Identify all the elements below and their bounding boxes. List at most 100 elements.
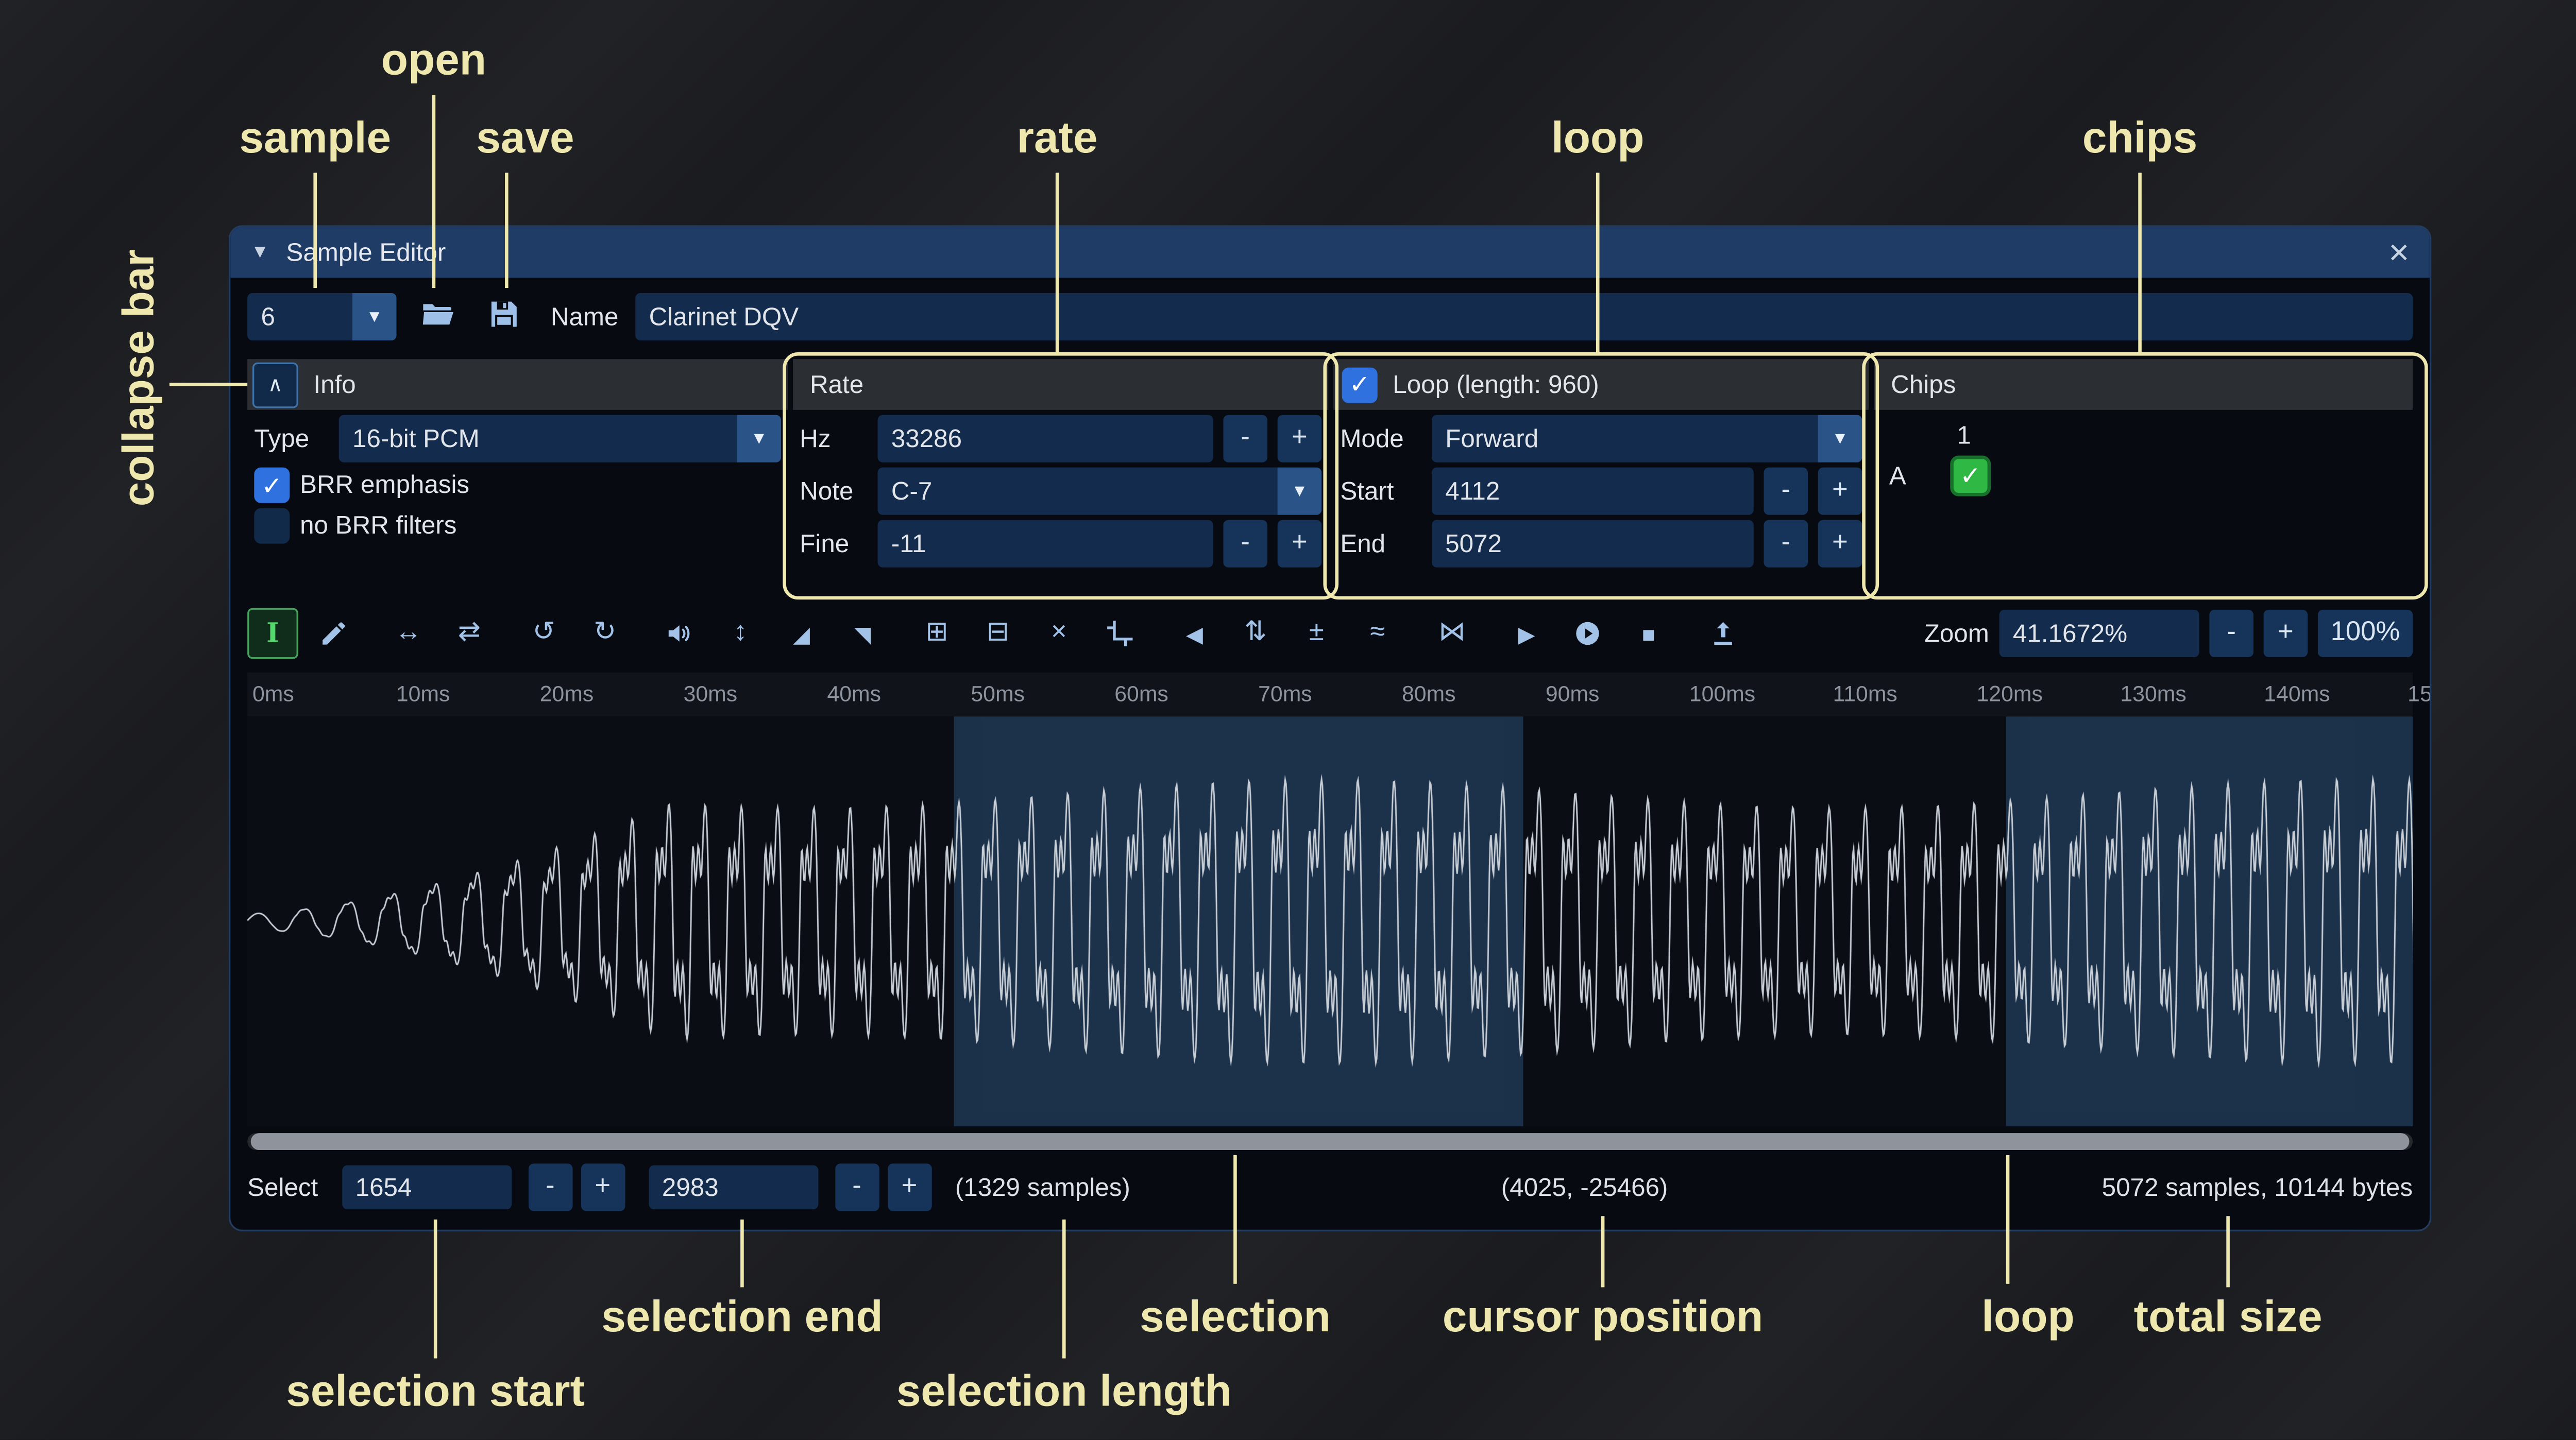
info-panel: ∧ Info Type 16-bit PCM ▼ BRR emphasis	[247, 359, 788, 591]
sign-invert-button[interactable]: ±	[1291, 608, 1342, 659]
insert-silence-button[interactable]: ⊞	[911, 608, 962, 659]
fine-input[interactable]: -11	[878, 520, 1213, 568]
window-title: Sample Editor	[286, 238, 446, 267]
ruler-label: 80ms	[1402, 681, 1456, 706]
chips-panel: Chips 1 A	[1874, 359, 2413, 591]
trim-button[interactable]	[1094, 608, 1145, 659]
zoom-input[interactable]: 41.1672%	[1999, 610, 2199, 657]
waveform-display[interactable]	[247, 716, 2413, 1126]
selection-end-decrement-button[interactable]: -	[835, 1163, 879, 1211]
invert-button[interactable]: ⇅	[1230, 608, 1281, 659]
annotation-line	[2006, 1155, 2010, 1284]
no-brr-filters-label: no BRR filters	[300, 511, 456, 540]
note-select[interactable]: C-7 ▼	[878, 468, 1322, 515]
selection-start-decrement-button[interactable]: -	[528, 1163, 572, 1211]
annotation-selection-end: selection end	[601, 1291, 883, 1343]
filter-icon: ≈	[1370, 620, 1385, 647]
resample-icon: ⇄	[458, 620, 481, 647]
normalize-button[interactable]: ↕	[715, 608, 766, 659]
toolbar-group: ◀⇅ ± ≈	[1169, 608, 1403, 659]
loop-end-decrement-button[interactable]: -	[1764, 520, 1808, 568]
draw-tool[interactable]	[309, 608, 360, 659]
fine-increment-button[interactable]: +	[1278, 520, 1322, 568]
info-header: Info	[313, 370, 355, 399]
annotation-open: open	[381, 34, 486, 87]
fade-in-button[interactable]: ◢	[776, 608, 827, 659]
screenshot-stage: sample open save rate loop chips collaps…	[0, 0, 2576, 1440]
open-button[interactable]	[412, 292, 463, 342]
toolbar: I ↔ ⇄ ↺↻ ↕◢◥ ⊞⊟× ◀⇅ ± ≈ ⋈ ▶ ■ Zoom 41.1672% - + 100…	[247, 608, 2413, 659]
zoom-cluster: Zoom 41.1672% - + 100%	[1924, 610, 2413, 657]
undo-button[interactable]: ↺	[518, 608, 569, 659]
filter-button[interactable]: ≈	[1352, 608, 1403, 659]
total-size-text: 5072 samples, 10144 bytes	[2102, 1173, 2413, 1202]
annotation-line	[1596, 173, 1600, 352]
hz-input[interactable]: 33286	[878, 415, 1213, 462]
ruler-label: 20ms	[540, 681, 594, 706]
collapse-triangle-icon[interactable]: ▼	[251, 242, 269, 262]
annotation-line	[1601, 1216, 1605, 1287]
resize-button[interactable]: ↔	[383, 608, 434, 659]
loop-end-increment-button[interactable]: +	[1818, 520, 1862, 568]
select-tool[interactable]: I	[247, 608, 298, 659]
loop-start-increment-button[interactable]: +	[1818, 468, 1862, 515]
loop-end-label: End	[1340, 529, 1421, 558]
sample-slot-select[interactable]: 6 ▼	[247, 293, 396, 340]
panels-row: ∧ Info Type 16-bit PCM ▼ BRR emphasis	[247, 359, 2413, 591]
loop-start-decrement-button[interactable]: -	[1764, 468, 1808, 515]
selection-end-increment-button[interactable]: +	[887, 1163, 931, 1211]
info-collapse-button[interactable]: ∧	[252, 362, 298, 407]
horizontal-scrollbar[interactable]	[247, 1133, 2413, 1150]
selection-end-input[interactable]: 2983	[649, 1165, 818, 1210]
type-select[interactable]: 16-bit PCM ▼	[339, 415, 781, 462]
zoom-reset-button[interactable]: 100%	[2318, 610, 2413, 657]
stop-icon: ■	[1642, 623, 1655, 645]
save-button[interactable]	[478, 292, 529, 342]
selection-start-value: 1654	[355, 1173, 412, 1202]
ruler-label: 10ms	[396, 681, 450, 706]
chips-header: Chips	[1874, 370, 1956, 399]
hz-increment-button[interactable]: +	[1278, 415, 1322, 462]
scrollbar-thumb[interactable]	[251, 1133, 2410, 1150]
loop-mode-select[interactable]: Forward ▼	[1432, 415, 1862, 462]
select-icon: I	[266, 620, 279, 647]
brr-emphasis-checkbox[interactable]	[254, 468, 290, 503]
selection-start-increment-button[interactable]: +	[581, 1163, 625, 1211]
annotation-sample: sample	[239, 112, 391, 164]
resample-button[interactable]: ⇄	[444, 608, 495, 659]
stop-button[interactable]: ■	[1623, 608, 1674, 659]
sign-invert-icon: ±	[1309, 620, 1324, 647]
selection-length-text: (1329 samples)	[955, 1173, 1130, 1202]
no-brr-filters-checkbox[interactable]	[254, 508, 290, 544]
reverse-button[interactable]: ◀	[1169, 608, 1220, 659]
ruler-label: 150	[2408, 681, 2431, 706]
statusbar: Select 1654 - + 2983 - + (1329 samples) …	[247, 1163, 2413, 1211]
loop-start-input[interactable]: 4112	[1432, 468, 1754, 515]
name-value: Clarinet DQV	[649, 302, 799, 331]
apply-silence-button[interactable]: ⊟	[973, 608, 1024, 659]
hz-decrement-button[interactable]: -	[1223, 415, 1267, 462]
close-icon[interactable]: ×	[2388, 234, 2409, 270]
preview-button[interactable]: ▶	[1501, 608, 1552, 659]
zoom-out-button[interactable]: -	[2209, 610, 2253, 657]
fine-decrement-button[interactable]: -	[1223, 520, 1267, 568]
amplify-button[interactable]	[654, 608, 705, 659]
create-wavetable-icon	[1708, 618, 1738, 648]
delete-button[interactable]: ×	[1033, 608, 1084, 659]
loop-enable-checkbox[interactable]	[1342, 367, 1378, 402]
annotation-collapse-bar: collapse bar	[105, 220, 173, 536]
preview-in-song-button[interactable]	[1562, 608, 1613, 659]
loop-end-input[interactable]: 5072	[1432, 520, 1754, 568]
titlebar[interactable]: ▼ Sample Editor ×	[230, 227, 2430, 278]
chip-enable-checkbox[interactable]	[1950, 456, 1991, 496]
fade-out-button[interactable]: ◥	[837, 608, 888, 659]
redo-button[interactable]: ↻	[580, 608, 631, 659]
selection-start-input[interactable]: 1654	[342, 1165, 511, 1210]
crossfade-button[interactable]: ⋈	[1427, 608, 1478, 659]
annotation-line	[1062, 1220, 1066, 1359]
create-wavetable-button[interactable]	[1698, 608, 1749, 659]
name-input[interactable]: Clarinet DQV	[635, 293, 2413, 340]
sample-slot-value: 6	[247, 302, 352, 331]
toolbar-group: ↕◢◥	[654, 608, 888, 659]
zoom-in-button[interactable]: +	[2264, 610, 2308, 657]
